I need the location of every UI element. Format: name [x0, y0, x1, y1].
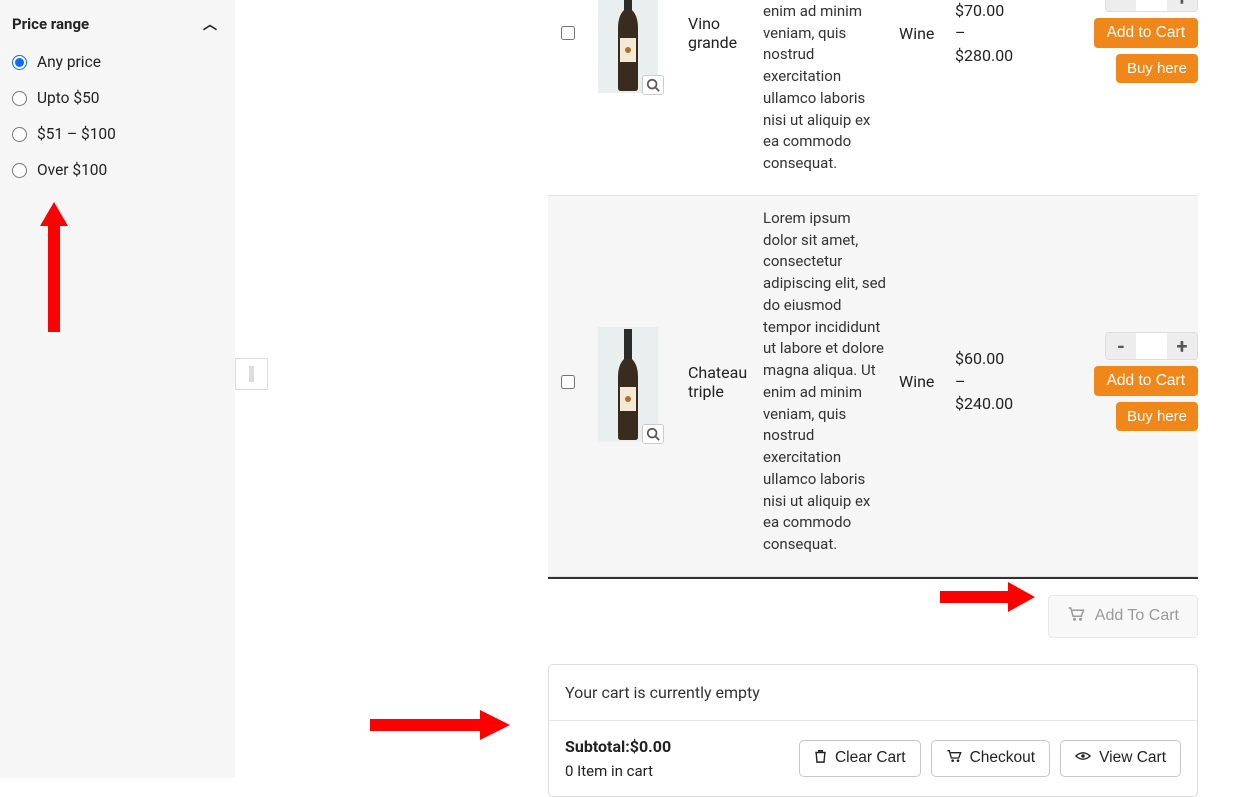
cart-icon	[946, 749, 962, 768]
bulk-add-label: Add To Cart	[1095, 607, 1179, 625]
buy-here-button[interactable]: Buy here	[1116, 54, 1198, 83]
quantity-stepper[interactable]: - +	[1105, 0, 1198, 12]
qty-minus-button[interactable]: -	[1106, 0, 1136, 11]
product-category: Wine	[893, 372, 955, 391]
price-option-upto50[interactable]: Upto $50	[12, 80, 217, 116]
qty-plus-button[interactable]: +	[1167, 0, 1197, 11]
sidebar-collapse-handle[interactable]	[235, 358, 268, 390]
radio-over100[interactable]	[12, 163, 27, 178]
mini-cart: Your cart is currently empty Subtotal:$0…	[548, 664, 1198, 797]
qty-minus-button[interactable]: -	[1106, 333, 1136, 359]
cart-item-count: 0 Item in cart	[565, 762, 671, 780]
cart-subtotal: Subtotal:$0.00	[565, 737, 671, 756]
price-option-any[interactable]: Any price	[12, 44, 217, 80]
eye-icon	[1075, 749, 1091, 767]
view-cart-button[interactable]: View Cart	[1060, 740, 1181, 777]
price-option-label: $51 – $100	[37, 125, 116, 143]
product-price: $60.00 – $240.00	[955, 348, 1033, 415]
product-price: $70.00 – $280.00	[955, 0, 1033, 67]
filter-header[interactable]: Price range ︿	[12, 10, 217, 44]
row-checkbox[interactable]	[561, 375, 575, 389]
trash-icon	[814, 749, 827, 768]
row-checkbox[interactable]	[561, 26, 575, 40]
product-category: Wine	[893, 24, 955, 43]
price-option-51-100[interactable]: $51 – $100	[12, 116, 217, 152]
bulk-add-to-cart-button[interactable]: Add To Cart	[1048, 595, 1198, 638]
magnify-icon[interactable]	[642, 424, 664, 444]
product-row: Vino grande adipiscing elit, sed do eius…	[548, 0, 1198, 196]
qty-value[interactable]	[1136, 0, 1167, 11]
filter-title: Price range	[12, 15, 89, 33]
add-to-cart-button[interactable]: Add to Cart	[1094, 366, 1198, 396]
product-image[interactable]	[598, 0, 658, 93]
product-panel: Vino grande adipiscing elit, sed do eius…	[548, 0, 1198, 797]
product-name[interactable]: Vino grande	[668, 14, 753, 52]
quantity-stepper[interactable]: - +	[1105, 332, 1198, 360]
cart-icon	[1067, 606, 1085, 627]
price-option-label: Over $100	[37, 161, 107, 179]
price-option-over100[interactable]: Over $100	[12, 152, 217, 188]
chevron-up-icon: ︿	[203, 14, 217, 34]
buy-here-button[interactable]: Buy here	[1116, 402, 1198, 431]
product-description: Lorem ipsum dolor sit amet, consectetur …	[753, 208, 893, 556]
clear-cart-button[interactable]: Clear Cart	[799, 740, 921, 777]
cart-empty-text: Your cart is currently empty	[549, 665, 1197, 721]
product-row: Chateau triple Lorem ipsum dolor sit ame…	[548, 196, 1198, 577]
price-option-label: Upto $50	[37, 89, 100, 107]
radio-upto50[interactable]	[12, 91, 27, 106]
checkout-button[interactable]: Checkout	[931, 740, 1050, 777]
radio-51-100[interactable]	[12, 127, 27, 142]
magnify-icon[interactable]	[642, 75, 664, 95]
product-image[interactable]	[598, 322, 658, 442]
qty-value[interactable]	[1136, 333, 1167, 359]
price-option-label: Any price	[37, 53, 101, 71]
radio-any[interactable]	[12, 55, 27, 70]
product-description: adipiscing elit, sed do eiusmod tempor i…	[753, 0, 893, 175]
qty-plus-button[interactable]: +	[1167, 333, 1197, 359]
filter-sidebar: Price range ︿ Any price Upto $50 $51 – $…	[0, 0, 235, 778]
product-name[interactable]: Chateau triple	[668, 363, 753, 401]
add-to-cart-button[interactable]: Add to Cart	[1094, 18, 1198, 48]
annotation-arrow-right-icon	[370, 710, 510, 740]
